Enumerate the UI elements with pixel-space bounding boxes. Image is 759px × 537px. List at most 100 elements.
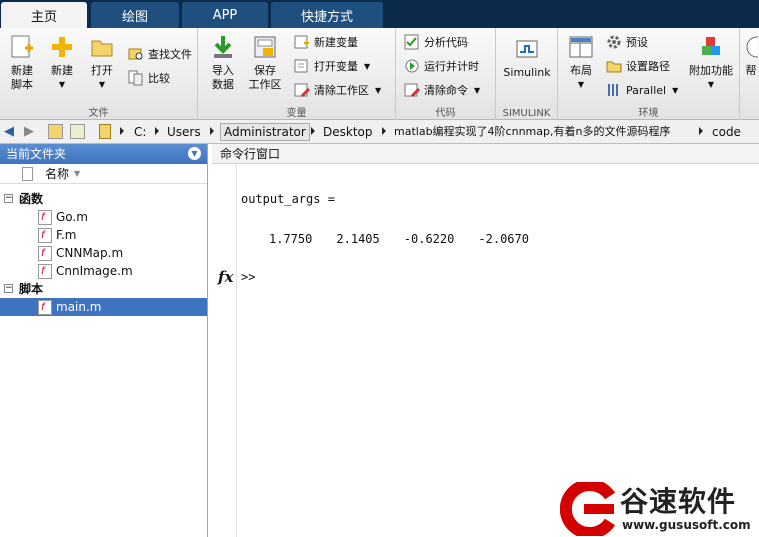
forward-arrow-icon[interactable]: ▶ bbox=[24, 124, 34, 139]
path-separator-icon bbox=[155, 127, 159, 135]
crumb-desktop[interactable]: Desktop bbox=[323, 123, 373, 141]
find-files-icon bbox=[128, 46, 144, 62]
output-value: -0.6220 bbox=[403, 232, 455, 246]
address-bar: ◀ ▶ C: Users Administrator Desktop matla… bbox=[0, 120, 759, 144]
clear-workspace-dropdown-icon: ▼ bbox=[375, 85, 382, 95]
section-functions-label: 函数 bbox=[19, 192, 44, 206]
crumb-project-folder[interactable]: matlab编程实现了4阶cnnmap,有着n多的文件源码程序 bbox=[394, 123, 670, 141]
layout-icon bbox=[568, 34, 594, 60]
variable-group-label: 变量 bbox=[286, 108, 307, 119]
code-group: 分析代码 运行并计时 清除命令 ▼ 代码 bbox=[396, 28, 496, 120]
function-browser-icon[interactable]: fx bbox=[218, 268, 233, 286]
environment-group: 布局 ▼ 预设 设置路径 Parallel ▼ 附加功能 ▼ 环境 bbox=[558, 28, 740, 120]
add-ons-dropdown-icon: ▼ bbox=[707, 80, 715, 89]
list-item[interactable]: F.m bbox=[0, 226, 207, 245]
find-files-button[interactable]: 查找文件 bbox=[128, 44, 192, 64]
crumb-code[interactable]: code bbox=[712, 123, 741, 141]
collapse-icon[interactable]: − bbox=[4, 194, 13, 203]
path-separator-icon bbox=[210, 127, 214, 135]
code-group-label: 代码 bbox=[435, 108, 456, 119]
tab-plots-label: 绘图 bbox=[121, 9, 148, 25]
crumb-drive[interactable]: C: bbox=[134, 123, 146, 141]
add-ons-button[interactable]: 附加功能 ▼ bbox=[686, 32, 736, 92]
browse-folder-icon[interactable] bbox=[70, 124, 85, 139]
new-script-button[interactable]: 新建 脚本 bbox=[4, 32, 40, 92]
layout-dropdown-icon: ▼ bbox=[577, 80, 585, 89]
save-workspace-button[interactable]: 保存 工作区 bbox=[246, 32, 284, 92]
command-prompt[interactable]: >> bbox=[241, 270, 255, 284]
open-dropdown-icon: ▼ bbox=[98, 80, 106, 89]
tab-plots[interactable]: 绘图 bbox=[91, 2, 179, 28]
variable-group: 导入 数据 保存 工作区 新建变量 打开变量 ▼ 清除工作区 ▼ 变量 bbox=[198, 28, 396, 120]
list-item[interactable]: CnnImage.m bbox=[0, 262, 207, 281]
find-files-label: 查找文件 bbox=[148, 48, 192, 61]
parallel-dropdown-icon: ▼ bbox=[672, 85, 679, 95]
new-variable-button[interactable]: 新建变量 bbox=[294, 32, 358, 52]
clear-commands-dropdown-icon: ▼ bbox=[474, 85, 481, 95]
watermark-g-icon bbox=[560, 482, 616, 536]
clear-workspace-icon bbox=[294, 82, 311, 98]
analyze-code-label: 分析代码 bbox=[424, 36, 468, 49]
new-button[interactable]: 新建 ▼ bbox=[46, 32, 78, 92]
output-variable-line: output_args = bbox=[241, 192, 335, 206]
up-folder-icon[interactable] bbox=[48, 124, 63, 139]
list-item[interactable]: CNNMap.m bbox=[0, 244, 207, 263]
tab-apps-label: APP bbox=[212, 7, 238, 23]
run-and-time-label: 运行并计时 bbox=[424, 60, 479, 73]
analyze-code-icon bbox=[404, 34, 420, 50]
tab-shortcuts[interactable]: 快捷方式 bbox=[271, 2, 383, 28]
new-label: 新建 bbox=[51, 64, 73, 77]
back-arrow-icon[interactable]: ◀ bbox=[4, 124, 14, 139]
section-scripts[interactable]: − 脚本 bbox=[0, 280, 207, 298]
path-separator-icon bbox=[382, 127, 386, 135]
analyze-code-button[interactable]: 分析代码 bbox=[404, 32, 468, 52]
current-folder-header: 当前文件夹 ▼ bbox=[0, 144, 207, 164]
open-variable-label: 打开变量 bbox=[314, 60, 358, 73]
current-folder-title: 当前文件夹 bbox=[6, 147, 67, 161]
file-group-label: 文件 bbox=[88, 108, 109, 119]
name-column-header[interactable]: 名称 ▼ bbox=[0, 164, 207, 184]
folder-icon bbox=[89, 34, 115, 60]
section-functions[interactable]: − 函数 bbox=[0, 190, 207, 208]
tab-home[interactable]: 主页 bbox=[1, 2, 87, 28]
open-variable-dropdown-icon: ▼ bbox=[364, 61, 371, 71]
list-item-selected[interactable]: main.m bbox=[0, 298, 207, 317]
compare-label: 比较 bbox=[148, 72, 170, 85]
mfile-icon bbox=[38, 227, 52, 245]
save-workspace-icon bbox=[252, 34, 278, 60]
new-dropdown-icon: ▼ bbox=[58, 80, 66, 89]
open-variable-button[interactable]: 打开变量 ▼ bbox=[294, 56, 370, 76]
sort-arrow-icon: ▼ bbox=[74, 169, 81, 178]
save-label-1: 保存 bbox=[254, 64, 276, 77]
mfile-icon bbox=[38, 245, 52, 263]
simulink-button[interactable]: Simulink bbox=[500, 34, 554, 80]
clear-commands-button[interactable]: 清除命令 ▼ bbox=[404, 80, 480, 100]
path-separator-icon bbox=[120, 127, 124, 135]
file-name: CnnImage.m bbox=[56, 264, 133, 278]
crumb-administrator[interactable]: Administrator bbox=[220, 123, 310, 141]
compare-button[interactable]: 比较 bbox=[128, 68, 170, 88]
tab-apps[interactable]: APP bbox=[182, 2, 268, 28]
clear-workspace-button[interactable]: 清除工作区 ▼ bbox=[294, 80, 381, 100]
name-column-label: 名称 bbox=[45, 167, 70, 181]
set-path-button[interactable]: 设置路径 bbox=[606, 56, 670, 76]
file-name: CNNMap.m bbox=[56, 246, 124, 260]
import-data-button[interactable]: 导入 数据 bbox=[208, 32, 238, 92]
panel-menu-icon[interactable]: ▼ bbox=[188, 147, 201, 160]
open-button[interactable]: 打开 ▼ bbox=[86, 32, 118, 92]
tab-home-label: 主页 bbox=[30, 9, 57, 25]
output-value: -2.0670 bbox=[478, 232, 529, 246]
simulink-group: Simulink SIMULINK bbox=[496, 28, 558, 120]
add-ons-icon bbox=[698, 34, 724, 60]
list-item[interactable]: Go.m bbox=[0, 208, 207, 227]
help-button[interactable]: 帮 bbox=[744, 32, 758, 78]
current-folder-panel: 当前文件夹 ▼ 名称 ▼ − 函数 Go.m F.m CNNMap.m CnnI… bbox=[0, 144, 208, 537]
import-label-1: 导入 bbox=[212, 64, 234, 77]
crumb-users[interactable]: Users bbox=[167, 123, 201, 141]
collapse-icon[interactable]: − bbox=[4, 284, 13, 293]
run-and-time-button[interactable]: 运行并计时 bbox=[404, 56, 479, 76]
file-type-icon bbox=[22, 167, 33, 181]
preferences-button[interactable]: 预设 bbox=[606, 32, 648, 52]
parallel-button[interactable]: Parallel ▼ bbox=[606, 80, 678, 100]
layout-button[interactable]: 布局 ▼ bbox=[564, 32, 598, 92]
